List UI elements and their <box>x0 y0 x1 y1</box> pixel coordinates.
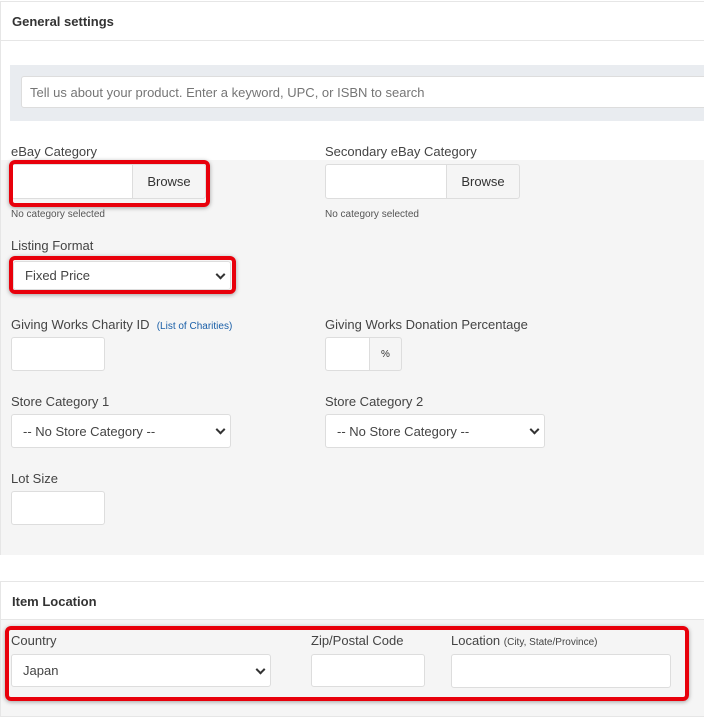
lot-size-label: Lot Size <box>11 471 58 486</box>
section-title: General settings <box>12 14 114 29</box>
divider <box>0 716 704 720</box>
donation-percentage-label: Giving Works Donation Percentage <box>325 317 528 332</box>
store-category-2-value: -- No Store Category -- <box>337 423 470 439</box>
secondary-category-label: Secondary eBay Category <box>325 144 477 159</box>
store-category-1-value: -- No Store Category -- <box>23 423 156 439</box>
highlight-box <box>9 256 236 294</box>
highlight-box <box>5 626 689 701</box>
store-category-1-label: Store Category 1 <box>11 394 110 409</box>
section-title: Item Location <box>12 594 97 609</box>
charity-id-input[interactable] <box>11 337 105 371</box>
general-settings-header: General settings <box>0 1 704 41</box>
chevron-down-icon <box>529 424 540 435</box>
secondary-category-input[interactable] <box>325 164 447 199</box>
product-search-input[interactable] <box>21 76 704 108</box>
item-location-header: Item Location <box>0 581 704 620</box>
secondary-category-status: No category selected <box>325 209 419 220</box>
store-category-1-select[interactable]: -- No Store Category -- <box>11 414 231 448</box>
charity-id-label-text: Giving Works Charity ID <box>11 317 150 332</box>
charity-id-label: Giving Works Charity ID (List of Chariti… <box>11 317 232 332</box>
secondary-category-browse-button[interactable]: Browse <box>446 164 520 199</box>
donation-percentage-input[interactable] <box>325 337 370 371</box>
ebay-category-label: eBay Category <box>11 144 97 159</box>
ebay-category-status: No category selected <box>11 209 105 220</box>
highlight-box <box>9 160 210 207</box>
lot-size-input[interactable] <box>11 491 105 525</box>
chevron-down-icon <box>215 424 226 435</box>
store-category-2-select[interactable]: -- No Store Category -- <box>325 414 545 448</box>
store-category-2-label: Store Category 2 <box>325 394 424 409</box>
divider <box>0 41 1 161</box>
percent-addon: % <box>369 337 402 371</box>
listing-format-label: Listing Format <box>11 238 94 253</box>
list-of-charities-link[interactable]: (List of Charities) <box>157 321 233 332</box>
